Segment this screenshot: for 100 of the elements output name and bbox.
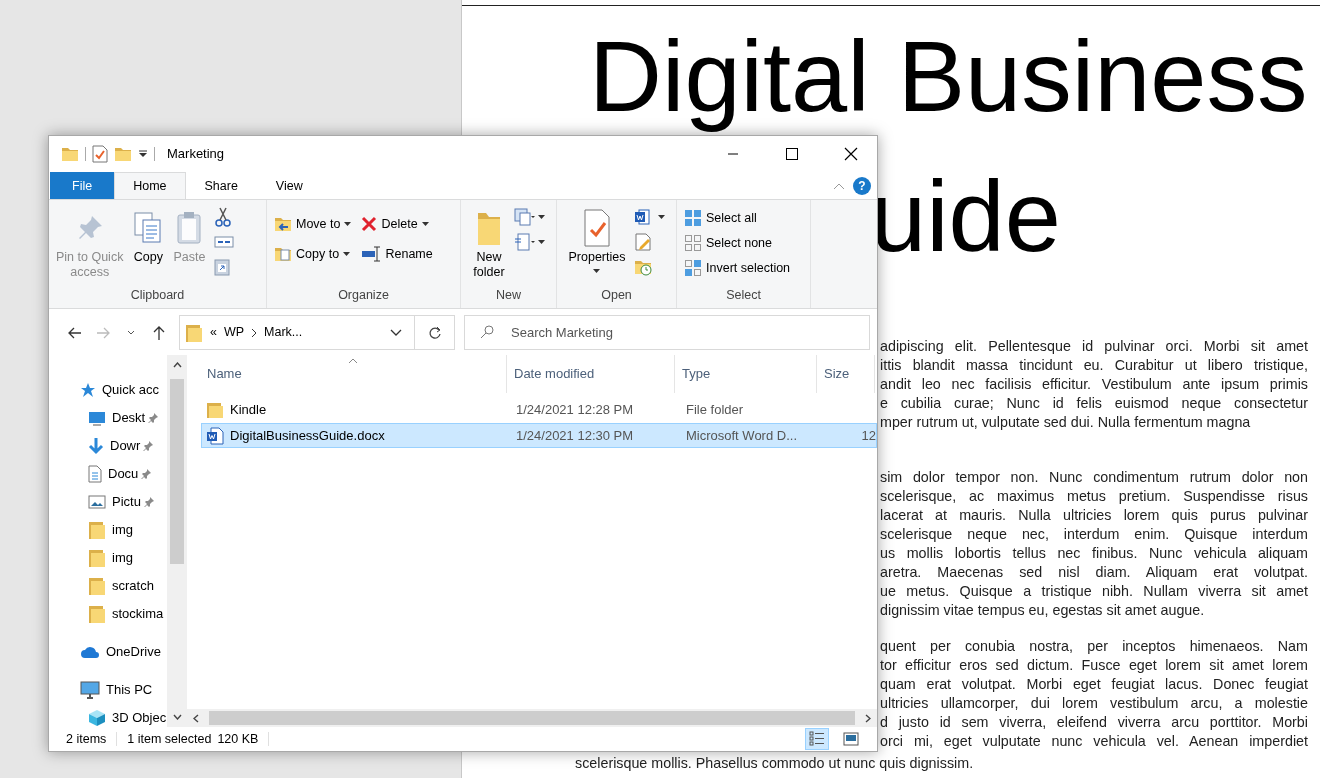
- text-line: scelerisque, ac maximus metus pretium. Suspendisse risus: [880, 487, 1308, 507]
- file-size: 12: [861, 427, 876, 443]
- file-type: File folder: [685, 400, 745, 419]
- path-segment[interactable]: Mark...: [264, 323, 303, 342]
- scrollbar[interactable]: [167, 355, 187, 727]
- ribbon-tab[interactable]: Home: [114, 172, 186, 199]
- cloud-icon: [80, 645, 100, 659]
- chevron-icon: [251, 327, 258, 338]
- shortcut-icon: [214, 258, 231, 276]
- path-segment[interactable]: WP: [223, 323, 245, 342]
- folder-icon: [88, 520, 106, 540]
- ribbon-button[interactable]: Rename: [358, 243, 436, 265]
- file-row[interactable]: DigitalBusinessGuide.docx 1/24/2021 12:30 PM Microsoft Word D... 12: [201, 423, 877, 448]
- document-title: Digital Business: [589, 19, 1308, 134]
- nav-item[interactable]: img: [49, 516, 167, 544]
- text-line: adipiscing elit. Pellentesque id pulvinar orci. Morbi sit amet: [880, 337, 1308, 357]
- folder-icon: [185, 322, 203, 343]
- properties-icon[interactable]: [92, 145, 108, 163]
- text-line: lacerat at mauris. Nulla ultricies lorem quis purus pulvinar: [880, 506, 1308, 526]
- scroll-up-icon[interactable]: [172, 362, 182, 368]
- up-icon[interactable]: [151, 324, 167, 341]
- text-line: d justo id sem viverra, eleifend viverra arcu porttitor. Morbi: [880, 713, 1308, 733]
- ribbon-button[interactable]: Delete: [358, 214, 436, 235]
- scrollbar[interactable]: [187, 709, 877, 727]
- nav-item[interactable]: scratch: [49, 572, 167, 600]
- star-icon: [80, 382, 96, 398]
- scroll-right-icon[interactable]: [865, 713, 871, 723]
- ribbon-button[interactable]: Select none: [681, 232, 794, 254]
- clipboard-icon: [175, 211, 204, 245]
- close-icon[interactable]: [843, 147, 858, 161]
- ribbon-icon-button[interactable]: [632, 206, 668, 228]
- file-row[interactable]: Kindle 1/24/2021 12:28 PM File folder: [201, 397, 877, 422]
- select-all-icon: [684, 209, 702, 228]
- column-header[interactable]: Type: [675, 355, 817, 393]
- edit-icon: [634, 233, 653, 251]
- refresh-icon[interactable]: [427, 325, 442, 340]
- column-header[interactable]: Size: [817, 355, 875, 393]
- ribbon-tab[interactable]: Share: [185, 172, 257, 199]
- search-field[interactable]: Search Marketing: [464, 315, 870, 350]
- ribbon-button[interactable]: Copy to: [271, 243, 355, 265]
- nav-item[interactable]: Docu: [49, 460, 167, 488]
- ribbon-button[interactable]: New folder: [470, 204, 508, 286]
- folder-icon: [206, 400, 224, 419]
- folder-document-icon: [274, 245, 292, 264]
- nav-item[interactable]: img: [49, 544, 167, 572]
- text-line: scelerisque neque nec, interdum enim. Quisque interdum: [880, 525, 1308, 545]
- text-line: us mollis lobortis tellus nec finibus. Nunc vehicula aliquam: [880, 544, 1308, 564]
- help-button[interactable]: ?: [853, 176, 871, 195]
- nav-item[interactable]: This PC: [49, 676, 167, 704]
- column-header[interactable]: Name: [187, 355, 507, 393]
- nav-item[interactable]: OneDrive: [49, 638, 167, 666]
- ribbon-tab[interactable]: View: [256, 172, 322, 199]
- ribbon-button[interactable]: Properties: [565, 204, 629, 286]
- overflow-marker[interactable]: «: [210, 323, 217, 342]
- collapse-icon[interactable]: [833, 181, 845, 190]
- file-tab[interactable]: File: [50, 172, 115, 199]
- nav-item[interactable]: Pictu: [49, 488, 167, 516]
- view-button[interactable]: [805, 728, 829, 750]
- column-header[interactable]: Date modified: [507, 355, 675, 393]
- window-title: Marketing: [167, 145, 225, 164]
- nav-item[interactable]: stockima: [49, 600, 167, 628]
- document-arrow-icon: [513, 233, 536, 251]
- history-icon: [634, 258, 653, 276]
- ribbon-button[interactable]: Select all: [681, 208, 794, 229]
- file-name: DigitalBusinessGuide.docx: [230, 426, 385, 445]
- nav-item[interactable]: Deskt: [49, 404, 167, 432]
- group-label: New: [495, 287, 522, 304]
- maximize-icon[interactable]: [785, 148, 798, 160]
- file-date: 1/24/2021 12:30 PM: [515, 426, 635, 445]
- text-line: ue metus. Quisque a tristique nibh. Nullam viverra sit amet: [880, 582, 1308, 602]
- nav-item[interactable]: Quick acc: [49, 376, 167, 404]
- select-none-icon: [684, 234, 702, 253]
- document-icon: [88, 465, 102, 483]
- scissors-icon: [214, 207, 233, 227]
- computer-icon: [80, 681, 100, 699]
- text-line: sim dolor tempor non. Nunc condimentum rutrum dolor non: [880, 468, 1308, 488]
- folder-icon: [88, 604, 106, 624]
- text-line: aretra. Maecenas sed nisl diam. Aliquam erat volutpat.: [880, 563, 1308, 583]
- details-view-icon: [809, 731, 825, 747]
- text-line: e cubilia curae; Nunc id felis euismod neque consectetur: [880, 394, 1308, 414]
- ribbon-icon-button[interactable]: [511, 206, 547, 228]
- text-line: scelerisque mollis. Phasellus commodo ut nunc quis dignissim.: [575, 755, 974, 772]
- address-bar[interactable]: « WP Mark...: [179, 315, 455, 350]
- status-text: 2 items: [66, 730, 107, 748]
- text-line: andit leo nec facilisis efficitur. Vestibulum ante ipsum primis: [880, 375, 1308, 395]
- desktop-icon: [88, 410, 106, 426]
- nav-item[interactable]: Dowr: [49, 432, 167, 460]
- ribbon-button[interactable]: Invert selection: [681, 257, 794, 279]
- document-title: uide: [870, 159, 1061, 275]
- scroll-down-icon[interactable]: [172, 714, 182, 720]
- nav-item[interactable]: 3D Objec: [49, 704, 167, 727]
- dropdown-icon[interactable]: [390, 328, 402, 337]
- large-icons-view-icon: [843, 732, 859, 746]
- scroll-left-icon[interactable]: [193, 713, 199, 723]
- folder-icon: [88, 548, 106, 568]
- ribbon-button[interactable]: Copy: [130, 204, 167, 286]
- document-icon: [206, 426, 224, 445]
- dropdown-icon[interactable]: [138, 149, 148, 159]
- ribbon-button[interactable]: Move to: [271, 214, 355, 235]
- group-label: Open: [600, 287, 633, 304]
